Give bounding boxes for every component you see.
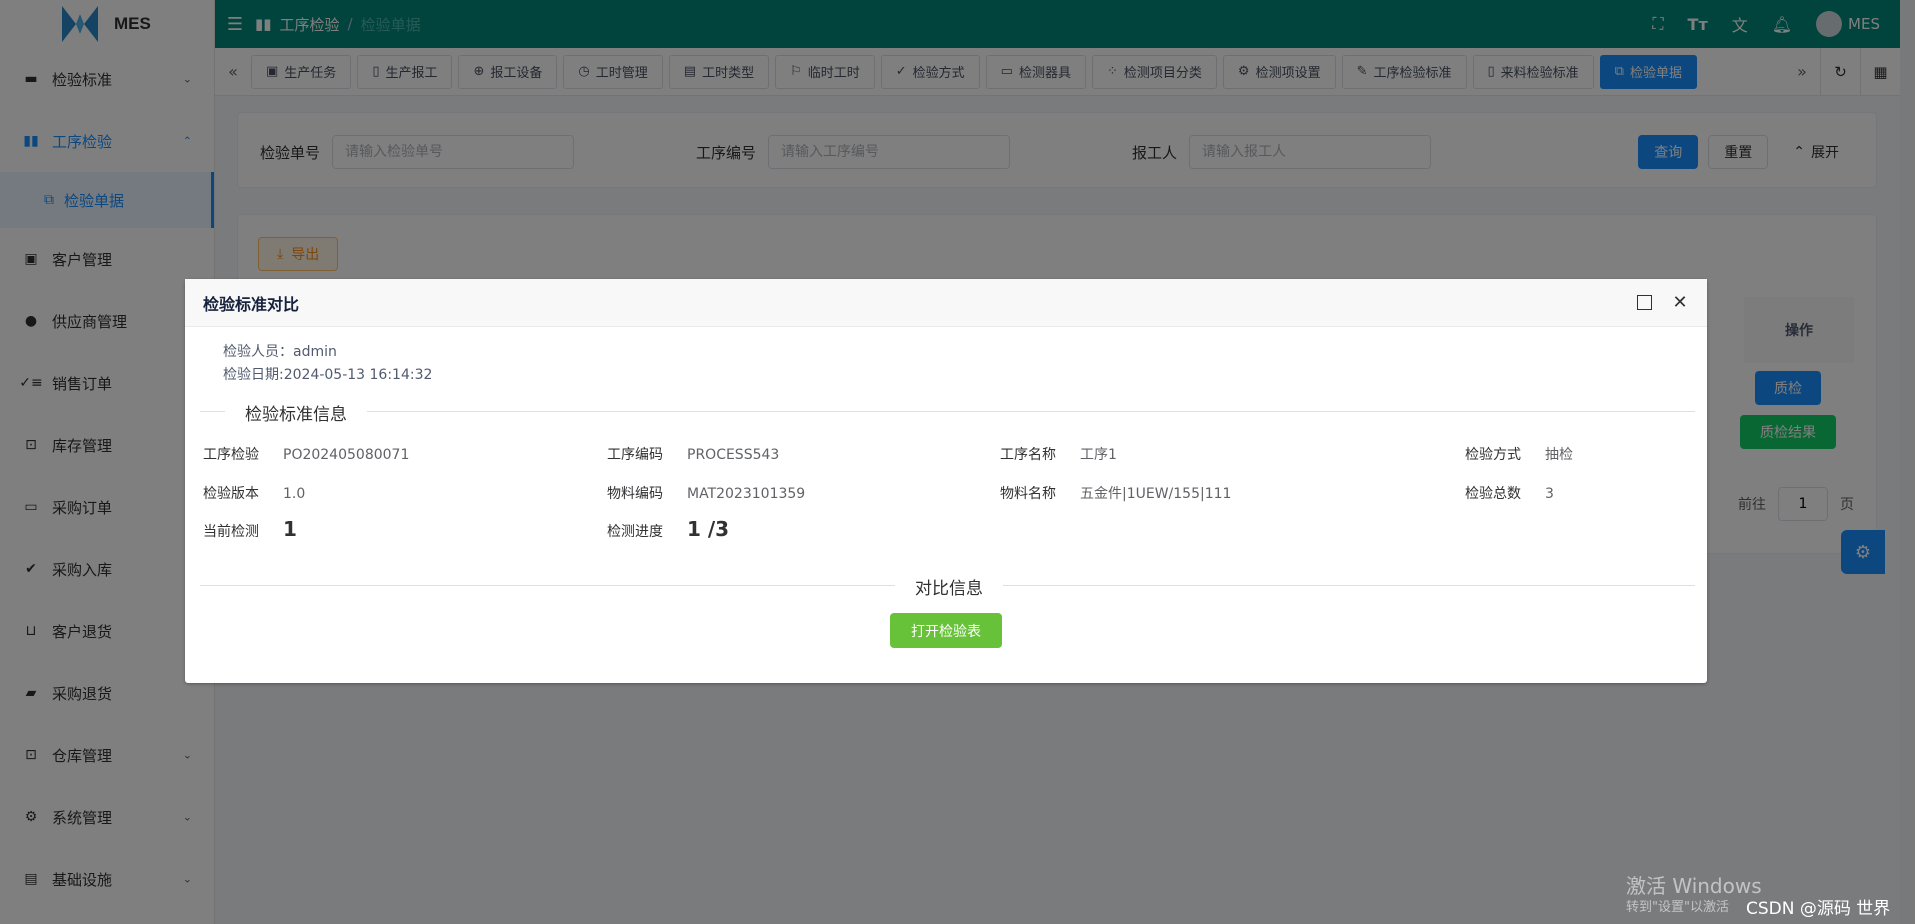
windows-activation-watermark: 激活 Windows	[1626, 874, 1762, 898]
compare-dialog: 检验标准对比 ✕ 检验人员：admin 检验日期:2024-05-13 16:1…	[185, 279, 1707, 683]
field-value: 五金件|1UEW/155|111	[1080, 486, 1232, 502]
field-material-name: 物料名称 五金件|1UEW/155|111	[1000, 483, 1231, 503]
field-key: 检测进度	[607, 524, 663, 540]
field-key: 物料编码	[607, 486, 663, 502]
field-material-code: 物料编码 MAT2023101359	[607, 483, 805, 503]
field-value: 1.0	[283, 486, 306, 502]
field-key: 检验总数	[1465, 486, 1521, 502]
field-process-name: 工序名称 工序1	[1000, 444, 1117, 464]
field-key: 检验版本	[203, 486, 259, 502]
field-value: PO202405080071	[283, 447, 410, 463]
field-process-code: 工序编码 PROCESS543	[607, 444, 779, 464]
close-icon[interactable]: ✕	[1669, 291, 1691, 313]
field-key: 检验方式	[1465, 447, 1521, 463]
field-key: 当前检测	[203, 524, 259, 540]
csdn-watermark: CSDN @源码 世界	[1746, 899, 1891, 919]
field-value: PROCESS543	[687, 447, 780, 463]
field-inspection-total: 检验总数 3	[1465, 483, 1554, 503]
dialog-title: 检验标准对比	[203, 294, 300, 314]
field-value: 1 /3	[687, 517, 730, 541]
field-inspection-method: 检验方式 抽检	[1465, 444, 1573, 464]
inspection-date-text: 检验日期:2024-05-13 16:14:32	[223, 367, 433, 383]
field-value: 抽检	[1545, 447, 1573, 463]
open-inspection-sheet-button[interactable]: 打开检验表	[890, 613, 1002, 648]
section-title-standard-info: 检验标准信息	[225, 400, 367, 425]
field-key: 工序编码	[607, 447, 663, 463]
field-inspection-progress: 检测进度 1 /3	[607, 517, 729, 541]
field-inspection-version: 检验版本 1.0	[203, 483, 305, 503]
windows-activation-hint: 转到"设置"以激活	[1626, 900, 1729, 915]
inspector-text: 检验人员：admin	[223, 344, 337, 360]
field-value: 工序1	[1080, 447, 1117, 463]
field-value: 1	[283, 517, 297, 541]
dialog-header: 检验标准对比 ✕	[185, 279, 1707, 327]
field-process-inspection: 工序检验 PO202405080071	[203, 444, 409, 464]
field-key: 物料名称	[1000, 486, 1056, 502]
dialog-tools: ✕	[1633, 291, 1691, 313]
field-key: 工序名称	[1000, 447, 1056, 463]
section-divider	[200, 411, 1695, 412]
field-current-inspection: 当前检测 1	[203, 517, 297, 541]
field-key: 工序检验	[203, 447, 259, 463]
field-value: 3	[1545, 486, 1554, 502]
section-title-compare-info: 对比信息	[895, 574, 1003, 599]
maximize-icon[interactable]	[1633, 291, 1655, 313]
field-value: MAT2023101359	[687, 486, 806, 502]
